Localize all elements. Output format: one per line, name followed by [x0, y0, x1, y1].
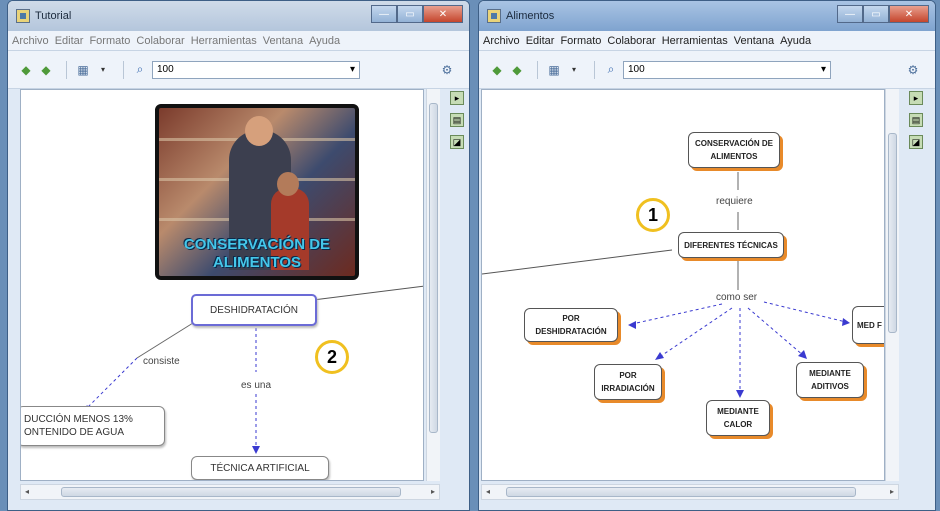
back-arrow-icon[interactable]: ◆ — [18, 62, 34, 78]
forward-arrow-icon[interactable]: ◆ — [38, 62, 54, 78]
image-tool-icon[interactable]: ◪ — [909, 135, 923, 149]
menu-colaborar[interactable]: Colaborar — [607, 35, 655, 47]
link-requiere[interactable]: requiere — [714, 196, 755, 207]
maximize-button[interactable]: ▭ — [397, 5, 423, 23]
node-mediante-aditivos[interactable]: MEDIANTE ADITIVOS — [796, 362, 864, 398]
vertical-scroll-thumb[interactable] — [888, 133, 897, 333]
node-tecnica-artificial[interactable]: TÉCNICA ARTIFICIAL — [191, 456, 329, 480]
forward-arrow-icon[interactable]: ◆ — [509, 62, 525, 78]
dropdown-arrow-icon[interactable]: ▾ — [566, 62, 582, 78]
note-tool-icon[interactable]: ▤ — [909, 113, 923, 127]
node-mediante-partial[interactable]: MED F — [852, 306, 884, 344]
minimize-button[interactable]: — — [837, 5, 863, 23]
concept-map-canvas[interactable]: CONSERVACIÓN DE ALIMENTOS requiere 1 DIF… — [481, 89, 885, 481]
toolbar: ◆ ◆ ▦ ▾ ⌕ 100 ▾ ⚙ — [479, 51, 935, 89]
close-button[interactable]: ✕ — [889, 5, 929, 23]
title-bar[interactable]: Tutorial — ▭ ✕ — [8, 1, 469, 31]
horizontal-scrollbar[interactable]: ◂ ▸ — [20, 484, 440, 500]
view-icon[interactable]: ▦ — [546, 62, 562, 78]
zoom-value: 100 — [628, 64, 645, 75]
menu-bar: Archivo Editar Formato Colaborar Herrami… — [479, 31, 935, 51]
side-tools: ▸ ▤ ◪ — [444, 89, 469, 149]
menu-ventana[interactable]: Ventana — [263, 35, 303, 47]
tutorial-window: Tutorial — ▭ ✕ Archivo Editar Formato Co… — [7, 0, 470, 511]
food-preservation-photo[interactable]: CONSERVACIÓN DE ALIMENTOS — [155, 104, 359, 280]
view-icon[interactable]: ▦ — [75, 62, 91, 78]
node-por-deshidratacion[interactable]: POR DESHIDRATACIÓN — [524, 308, 618, 342]
scroll-left-icon[interactable]: ◂ — [25, 487, 29, 496]
zoom-value: 100 — [157, 64, 174, 75]
back-arrow-icon[interactable]: ◆ — [489, 62, 505, 78]
dropdown-arrow-icon[interactable]: ▾ — [95, 62, 111, 78]
map-links — [482, 172, 850, 398]
horizontal-scroll-thumb[interactable] — [61, 487, 401, 497]
menu-editar[interactable]: Editar — [526, 35, 555, 47]
app-icon — [16, 9, 30, 23]
concept-map-canvas[interactable]: CONSERVACIÓN DE ALIMENTOS DESHIDRATACIÓN… — [20, 89, 424, 481]
window-title: Alimentos — [506, 10, 555, 22]
pointer-tool-icon[interactable]: ▸ — [450, 91, 464, 105]
node-conservacion-alimentos[interactable]: CONSERVACIÓN DE ALIMENTOS — [688, 132, 780, 168]
menu-colaborar[interactable]: Colaborar — [136, 35, 184, 47]
zoom-icon[interactable]: ⌕ — [132, 62, 148, 78]
node-diferentes-tecnicas[interactable]: DIFERENTES TÉCNICAS — [678, 232, 784, 258]
zoom-select[interactable]: 100 ▾ — [623, 60, 831, 79]
node-por-irradiacion[interactable]: POR IRRADIACIÓN — [594, 364, 662, 400]
collaborate-icon[interactable]: ⚙ — [905, 62, 921, 78]
scroll-right-icon[interactable]: ▸ — [431, 487, 435, 496]
zoom-icon[interactable]: ⌕ — [603, 62, 619, 78]
app-icon — [487, 9, 501, 23]
minimize-button[interactable]: — — [371, 5, 397, 23]
link-como-ser[interactable]: como ser — [714, 292, 760, 303]
maximize-button[interactable]: ▭ — [863, 5, 889, 23]
scroll-right-icon[interactable]: ▸ — [890, 487, 894, 496]
node-deshidratacion[interactable]: DESHIDRATACIÓN — [191, 294, 317, 326]
zoom-select[interactable]: 100 ▾ — [152, 60, 360, 79]
close-button[interactable]: ✕ — [423, 5, 463, 23]
link-es-una[interactable]: es una — [239, 380, 274, 391]
photo-caption: CONSERVACIÓN DE ALIMENTOS — [183, 236, 331, 271]
window-title: Tutorial — [35, 10, 72, 22]
collaborate-icon[interactable]: ⚙ — [439, 62, 455, 78]
menu-archivo[interactable]: Archivo — [12, 35, 49, 47]
horizontal-scrollbar[interactable]: ◂ ▸ — [481, 484, 899, 500]
callout-badge-1: 1 — [636, 198, 670, 232]
link-consiste[interactable]: consiste — [141, 356, 182, 367]
pointer-tool-icon[interactable]: ▸ — [909, 91, 923, 105]
horizontal-scroll-thumb[interactable] — [506, 487, 856, 497]
chevron-down-icon: ▾ — [820, 64, 826, 75]
callout-badge-2: 2 — [315, 340, 349, 374]
menu-ayuda[interactable]: Ayuda — [309, 35, 340, 47]
menu-ventana[interactable]: Ventana — [734, 35, 774, 47]
side-tools: ▸ ▤ ◪ — [903, 89, 929, 149]
menu-ayuda[interactable]: Ayuda — [780, 35, 811, 47]
node-mediante-calor[interactable]: MEDIANTE CALOR — [706, 400, 770, 436]
menu-formato[interactable]: Formato — [560, 35, 601, 47]
menu-bar: Archivo Editar Formato Colaborar Herrami… — [8, 31, 469, 51]
menu-formato[interactable]: Formato — [89, 35, 130, 47]
toolbar: ◆ ◆ ▦ ▾ ⌕ 100 ▾ ⚙ — [8, 51, 469, 89]
title-bar[interactable]: Alimentos — ▭ ✕ — [479, 1, 935, 31]
image-tool-icon[interactable]: ◪ — [450, 135, 464, 149]
scroll-left-icon[interactable]: ◂ — [486, 487, 490, 496]
vertical-scroll-thumb[interactable] — [429, 103, 438, 433]
vertical-scrollbar[interactable] — [885, 89, 899, 481]
menu-herramientas[interactable]: Herramientas — [662, 35, 728, 47]
alimentos-window: Alimentos — ▭ ✕ Archivo Editar Formato C… — [478, 0, 936, 511]
node-reduccion[interactable]: DUCCIÓN MENOS 13% ONTENIDO DE AGUA — [21, 406, 165, 446]
vertical-scrollbar[interactable] — [426, 89, 440, 481]
menu-herramientas[interactable]: Herramientas — [191, 35, 257, 47]
chevron-down-icon: ▾ — [349, 64, 355, 75]
menu-archivo[interactable]: Archivo — [483, 35, 520, 47]
menu-editar[interactable]: Editar — [55, 35, 84, 47]
note-tool-icon[interactable]: ▤ — [450, 113, 464, 127]
